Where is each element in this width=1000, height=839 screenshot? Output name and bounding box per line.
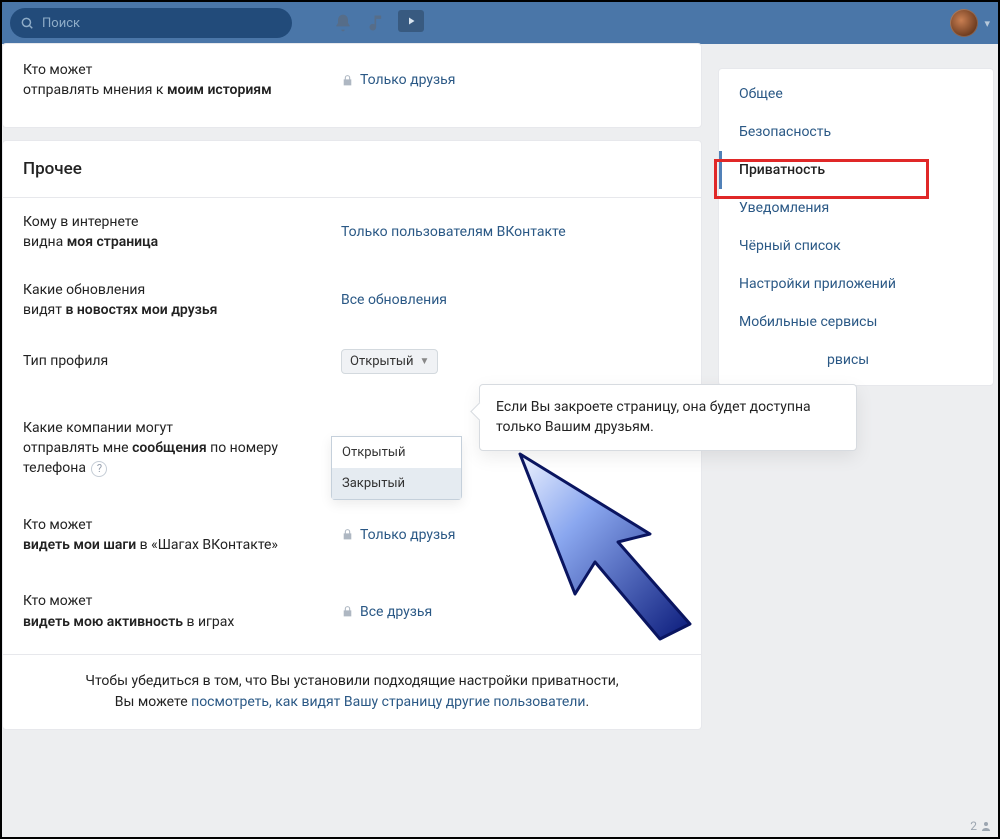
row-label: Кто может видеть мои шаги в «Шагах ВКонт… — [23, 515, 341, 556]
dropdown-option-open[interactable]: Открытый — [332, 437, 461, 468]
sidebar-item-app-settings[interactable]: Настройки приложений — [719, 265, 993, 303]
profile-type-select[interactable]: Открытый ▼ — [341, 349, 681, 374]
privacy-row-games: Кто может видеть мою активность в играх … — [3, 569, 701, 654]
sidebar-item-partial[interactable]: рвисы — [719, 341, 993, 379]
lock-icon — [341, 605, 354, 618]
sidebar-item-privacy[interactable]: Приватность — [719, 151, 993, 189]
avatar — [950, 9, 978, 37]
row-label: Кто может отправлять мнения к моим истор… — [23, 60, 341, 101]
row-label: Тип профиля — [23, 351, 341, 371]
lock-icon — [341, 528, 354, 541]
chevron-down-icon: ▾ — [984, 17, 990, 30]
sidebar-item-blacklist[interactable]: Чёрный список — [719, 227, 993, 265]
privacy-row-opinions: Кто может отправлять мнения к моим истор… — [2, 43, 702, 128]
row-label: Кому в интернете видна моя страница — [23, 212, 341, 253]
video-icon[interactable] — [398, 10, 424, 32]
bottom-status: 2 — [970, 819, 992, 833]
row-label: Какие обновления видят в новостях мои др… — [23, 280, 341, 321]
row-value[interactable]: Все обновления — [341, 280, 681, 321]
search-input[interactable] — [42, 16, 282, 31]
notifications-icon[interactable] — [330, 10, 356, 36]
sidebar-item-notifications[interactable]: Уведомления — [719, 189, 993, 227]
row-value[interactable]: Только друзья — [341, 515, 681, 556]
profile-type-dropdown: Открытый Закрытый — [331, 436, 462, 500]
sidebar-item-security[interactable]: Безопасность — [719, 113, 993, 151]
caret-down-icon: ▼ — [419, 356, 429, 367]
search-box[interactable] — [10, 8, 292, 38]
help-icon[interactable]: ? — [91, 461, 107, 477]
footer-hint: Чтобы убедиться в том, что Вы установили… — [3, 655, 701, 729]
row-value[interactable]: Только пользователям ВКонтакте — [341, 212, 681, 253]
privacy-row-page-visibility: Кому в интернете видна моя страница Толь… — [3, 198, 701, 267]
row-value[interactable]: Только друзья — [341, 60, 681, 101]
preview-profile-link[interactable]: посмотреть, как видят Вашу страницу друг… — [191, 694, 585, 710]
privacy-row-profile-type: Тип профиля Открытый ▼ — [3, 335, 701, 388]
privacy-row-steps: Кто может видеть мои шаги в «Шагах ВКонт… — [3, 501, 701, 570]
top-bar: ▾ — [2, 2, 998, 44]
search-icon — [20, 16, 34, 30]
profile-type-tooltip: Если Вы закроете страницу, она будет дос… — [479, 384, 857, 451]
row-label: Кто может видеть мою активность в играх — [23, 591, 341, 632]
row-value[interactable]: Все друзья — [341, 591, 681, 632]
row-label: Какие компании могут отправлять мне сооб… — [23, 418, 341, 479]
person-icon — [980, 820, 992, 832]
sidebar-item-mobile[interactable]: Мобильные сервисы — [719, 303, 993, 341]
profile-menu[interactable]: ▾ — [950, 9, 990, 37]
section-title: Прочее — [3, 141, 701, 197]
top-icons — [330, 10, 424, 36]
sidebar-item-general[interactable]: Общее — [719, 75, 993, 113]
lock-icon — [341, 74, 354, 87]
privacy-row-news-updates: Какие обновления видят в новостях мои др… — [3, 266, 701, 335]
music-icon[interactable] — [364, 10, 390, 36]
dropdown-option-closed[interactable]: Закрытый — [332, 468, 461, 499]
